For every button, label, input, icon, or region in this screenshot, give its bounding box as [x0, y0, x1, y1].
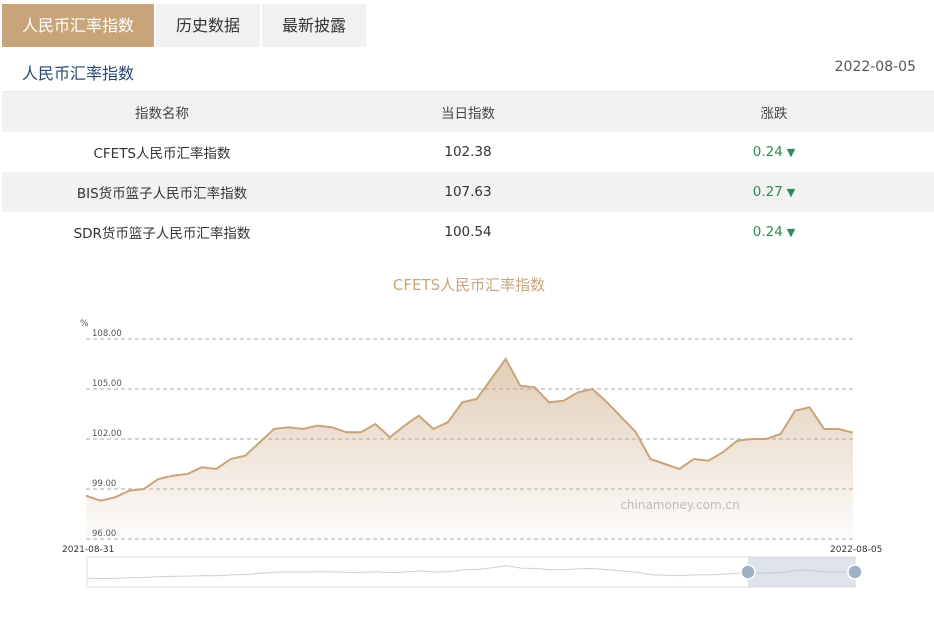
row-change-cell: 0.24 ▼ — [614, 132, 934, 172]
row-change: 0.24 — [752, 224, 783, 240]
table-row[interactable]: CFETS人民币汇率指数 102.38 0.24 ▼ — [2, 132, 934, 172]
header-change: 涨跌 — [760, 106, 788, 122]
section-title: 人民币汇率指数 — [22, 64, 135, 83]
row-name: CFETS人民币汇率指数 — [93, 146, 231, 162]
down-arrow-icon: ▼ — [786, 186, 796, 199]
y-tick-label: 105.00 — [92, 379, 122, 389]
chart-title: CFETS人民币汇率指数 — [393, 276, 545, 294]
row-change-cell: 0.27 ▼ — [614, 172, 934, 212]
x-start-label: 2021-08-31 — [62, 545, 114, 555]
index-table: 指数名称 当日指数 涨跌 CFETS人民币汇率指数 102.38 0.24 ▼ B… — [2, 92, 934, 252]
down-arrow-icon: ▼ — [786, 146, 796, 159]
tab-history[interactable]: 历史数据 — [156, 4, 261, 47]
row-change: 0.27 — [752, 184, 783, 200]
watermark: chinamoney.com.cn — [620, 498, 739, 512]
table-header-row: 指数名称 当日指数 涨跌 — [2, 92, 934, 132]
row-name: BIS货币篮子人民币汇率指数 — [76, 186, 248, 202]
tab-rmb-index[interactable]: 人民币汇率指数 — [2, 4, 155, 47]
y-tick-label: 99.00 — [92, 479, 116, 489]
table-row[interactable]: SDR货币篮子人民币汇率指数 100.54 0.24 ▼ — [2, 212, 934, 252]
cfets-chart: CFETS人民币汇率指数 % 108.00105.00102.0099.0096… — [62, 276, 882, 588]
row-value: 102.38 — [444, 144, 492, 160]
slider-left-handle[interactable] — [740, 564, 756, 580]
chart-area: CFETS人民币汇率指数 % 108.00105.00102.0099.0096… — [0, 252, 934, 619]
down-arrow-icon: ▼ — [786, 226, 796, 239]
row-change: 0.24 — [752, 144, 783, 160]
slider-right-handle[interactable] — [847, 564, 863, 580]
slider-track — [86, 556, 856, 588]
header-name: 指数名称 — [135, 106, 189, 122]
row-change-cell: 0.24 ▼ — [614, 212, 934, 252]
slider-window[interactable] — [748, 557, 855, 587]
row-value: 107.63 — [444, 184, 492, 200]
tab-bar: 人民币汇率指数 历史数据 最新披露 — [2, 4, 368, 47]
row-name: SDR货币篮子人民币汇率指数 — [73, 226, 251, 242]
y-tick-label: 102.00 — [92, 429, 122, 439]
row-value: 100.54 — [444, 224, 492, 240]
y-tick-label: 108.00 — [92, 329, 122, 339]
series-area — [86, 359, 853, 539]
tab-latest[interactable]: 最新披露 — [262, 4, 367, 47]
range-slider[interactable] — [86, 556, 863, 588]
y-unit-label: % — [80, 319, 89, 329]
header-value: 当日指数 — [441, 106, 495, 122]
x-end-label: 2022-08-05 — [830, 545, 882, 555]
table-row[interactable]: BIS货币篮子人民币汇率指数 107.63 0.27 ▼ — [2, 172, 934, 212]
date-label: 2022-08-05 — [834, 59, 916, 75]
